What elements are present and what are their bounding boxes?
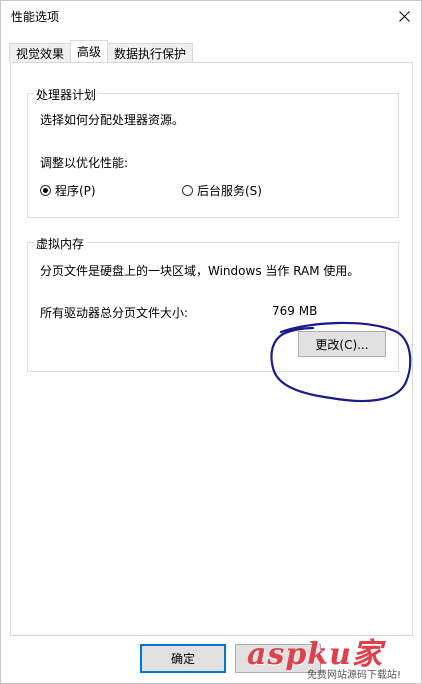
radio-background-services[interactable]: 后台服务(S)	[182, 182, 262, 199]
tab-advanced[interactable]: 高级	[70, 40, 109, 62]
tab-label: 视觉效果	[16, 46, 65, 61]
radio-programs[interactable]: 程序(P)	[40, 182, 96, 199]
processor-description: 选择如何分配处理器资源。	[40, 113, 185, 127]
virtual-memory-group: 虚拟内存 分页文件是硬盘上的一块区域，Windows 当作 RAM 使用。 所有…	[27, 235, 399, 372]
tab-visual-effects[interactable]: 视觉效果	[9, 43, 72, 62]
ok-button-label: 确定	[170, 652, 195, 666]
virtual-memory-description: 分页文件是硬盘上的一块区域，Windows 当作 RAM 使用。	[40, 264, 360, 278]
radio-programs-label: 程序(P)	[55, 184, 96, 198]
radio-background-services-label: 后台服务(S)	[197, 184, 262, 198]
tab-data-execution-prevention[interactable]: 数据执行保护	[107, 43, 194, 62]
tab-label: 高级	[77, 45, 102, 59]
adjust-performance-label: 调整以优化性能:	[40, 156, 129, 170]
close-icon	[398, 10, 410, 22]
performance-options-dialog: 性能选项 视觉效果 高级 数据执行保护 处理器计划 选择如何分配处理器资源。 调…	[0, 0, 422, 684]
paging-file-total-label: 所有驱动器总分页文件大小:	[40, 306, 189, 320]
change-button-label: 更改(C)...	[315, 337, 369, 352]
processor-scheduling-legend: 处理器计划	[34, 86, 99, 103]
virtual-memory-legend: 虚拟内存	[34, 235, 87, 252]
paging-file-total-value: 769 MB	[272, 304, 318, 318]
tab-strip: 视觉效果 高级 数据执行保护	[9, 40, 194, 62]
radio-circle-unselected	[182, 185, 193, 196]
window-title: 性能选项	[11, 10, 60, 24]
tab-label: 数据执行保护	[114, 46, 187, 61]
close-button[interactable]	[387, 1, 421, 31]
radio-circle-selected	[40, 185, 51, 196]
title-bar: 性能选项	[1, 1, 421, 31]
advanced-tab-panel: 处理器计划 选择如何分配处理器资源。 调整以优化性能: 程序(P) 后台服务(S…	[10, 62, 413, 636]
processor-scheduling-group: 处理器计划 选择如何分配处理器资源。 调整以优化性能: 程序(P) 后台服务(S…	[27, 86, 399, 218]
watermark-caption: 免费网站源码下载站!	[307, 670, 402, 681]
ok-button[interactable]: 确定	[140, 644, 226, 673]
change-button[interactable]: 更改(C)...	[298, 331, 386, 357]
